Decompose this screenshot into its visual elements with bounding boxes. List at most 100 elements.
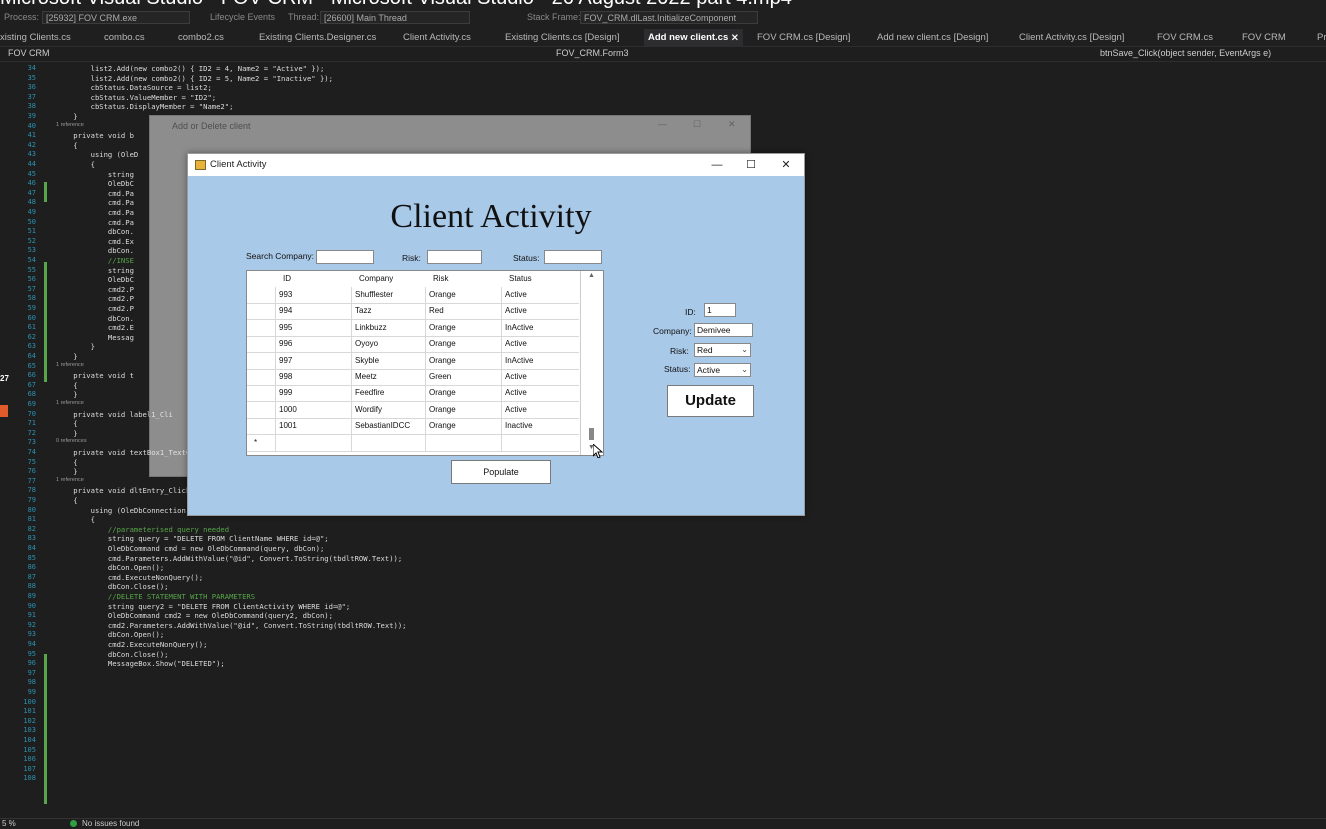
code-line[interactable]: cmd2.P: [56, 285, 134, 294]
code-line[interactable]: 1 reference: [56, 477, 84, 483]
code-line[interactable]: cmd2.Parameters.AddWithValue("@id", Conv…: [56, 621, 407, 630]
minimize-icon[interactable]: —: [708, 157, 726, 173]
table-row[interactable]: 994 Tazz Red Active: [247, 303, 579, 321]
tab-existing-clients[interactable]: xisting Clients.cs: [0, 29, 71, 46]
risk-search-input[interactable]: [427, 250, 482, 264]
table-cell[interactable]: Orange: [425, 352, 501, 369]
table-cell[interactable]: Inactive: [501, 418, 577, 435]
tab-overflow[interactable]: Pr: [1317, 29, 1326, 46]
tab-add-new-client[interactable]: Add new client.cs ⨯: [644, 29, 743, 46]
table-cell[interactable]: Shufflester: [351, 287, 425, 303]
code-line[interactable]: dbCon.Open();: [56, 563, 164, 572]
table-cell[interactable]: InActive: [501, 319, 577, 336]
code-line[interactable]: //parameterised query needed: [56, 525, 229, 534]
code-line[interactable]: cbStatus.DataSource = list2;: [56, 83, 212, 92]
table-row[interactable]: 993 Shufflester Orange Active: [247, 287, 579, 304]
code-line[interactable]: }: [56, 352, 77, 361]
tab-fov-crm[interactable]: FOV CRM: [1242, 29, 1286, 46]
code-line[interactable]: dbCon.Close();: [56, 650, 169, 659]
scroll-thumb[interactable]: [589, 428, 594, 440]
table-cell[interactable]: Active: [501, 336, 577, 353]
table-cell[interactable]: Tazz: [351, 303, 425, 320]
column-header[interactable]: Risk: [433, 271, 449, 287]
lifecycle-label[interactable]: Lifecycle Events: [210, 12, 275, 22]
table-cell[interactable]: Active: [501, 303, 577, 320]
table-row[interactable]: 1000 Wordify Orange Active: [247, 401, 579, 419]
table-row[interactable]: 1001 SebastianIDCC Orange Inactive: [247, 418, 579, 436]
risk-combo[interactable]: Red ⌄: [694, 343, 751, 357]
code-line[interactable]: }: [56, 467, 77, 476]
bg-minimize-icon[interactable]: —: [658, 119, 667, 129]
issues-status[interactable]: No issues found: [82, 819, 139, 828]
table-cell[interactable]: [425, 434, 501, 451]
table-cell[interactable]: Linkbuzz: [351, 319, 425, 336]
table-cell[interactable]: 997: [275, 352, 351, 369]
client-data-grid[interactable]: ▲ ▼ ID Company Risk Status 993 Shufflester Ora…: [246, 270, 604, 456]
table-row[interactable]: 995 Linkbuzz Orange InActive: [247, 319, 579, 337]
code-line[interactable]: }: [56, 112, 77, 121]
table-cell[interactable]: Orange: [425, 401, 501, 418]
table-row[interactable]: 997 Skyble Orange InActive: [247, 352, 579, 370]
table-cell[interactable]: Red: [425, 303, 501, 320]
code-line[interactable]: cbStatus.ValueMember = "ID2";: [56, 93, 217, 102]
close-icon[interactable]: ✕: [777, 157, 795, 173]
code-line[interactable]: string: [56, 170, 134, 179]
code-line[interactable]: }: [56, 342, 95, 351]
table-cell[interactable]: SebastianIDCC: [351, 418, 425, 435]
table-cell[interactable]: 996: [275, 336, 351, 353]
code-line[interactable]: string: [56, 266, 134, 275]
code-line[interactable]: {: [56, 160, 95, 169]
process-select[interactable]: [25932] FOV CRM.exe: [42, 11, 190, 24]
company-input[interactable]: Demivee: [694, 323, 753, 337]
tab-client-activity-design[interactable]: Client Activity.cs [Design]: [1019, 29, 1124, 46]
table-cell[interactable]: Orange: [425, 336, 501, 353]
code-line[interactable]: {: [56, 515, 95, 524]
code-line[interactable]: 1 reference: [56, 362, 84, 368]
grid-scrollbar[interactable]: ▲ ▼: [580, 271, 603, 455]
nav-member[interactable]: btnSave_Click(object sender, EventArgs e…: [1100, 48, 1271, 58]
table-cell[interactable]: [275, 434, 351, 451]
code-line[interactable]: cmd.Pa: [56, 189, 134, 198]
populate-button[interactable]: Populate: [451, 460, 551, 484]
code-line[interactable]: //DELETE STATEMENT WITH PARAMETERS: [56, 592, 255, 601]
code-line[interactable]: cmd.Parameters.AddWithValue("@id", Conve…: [56, 554, 402, 563]
code-line[interactable]: using (OleD: [56, 150, 139, 159]
column-header[interactable]: Company: [359, 271, 393, 287]
tab-fov-crm-design[interactable]: FOV CRM.cs [Design]: [757, 29, 850, 46]
code-line[interactable]: cmd.ExecuteNonQuery();: [56, 573, 203, 582]
code-line[interactable]: string query2 = "DELETE FROM ClientActiv…: [56, 602, 350, 611]
tab-combo[interactable]: combo.cs: [104, 29, 145, 46]
code-line[interactable]: }: [56, 429, 77, 438]
code-line[interactable]: cmd2.P: [56, 294, 134, 303]
column-header[interactable]: ID: [283, 271, 291, 287]
code-line[interactable]: private void t: [56, 371, 134, 380]
table-row[interactable]: 999 Feedfire Orange Active: [247, 385, 579, 403]
code-line[interactable]: cmd.Pa: [56, 218, 134, 227]
code-line[interactable]: dbCon.Open();: [56, 630, 164, 639]
tab-existing-clients-designer[interactable]: Existing Clients.Designer.cs: [259, 29, 376, 46]
client-activity-titlebar[interactable]: Client Activity — ☐ ✕: [188, 154, 804, 176]
code-line[interactable]: {: [56, 381, 77, 390]
code-line[interactable]: cmd2.ExecuteNonQuery();: [56, 640, 208, 649]
search-company-input[interactable]: [316, 250, 374, 264]
table-cell[interactable]: Oyoyo: [351, 336, 425, 353]
tab-existing-clients-design[interactable]: Existing Clients.cs [Design]: [505, 29, 620, 46]
code-line[interactable]: {: [56, 419, 77, 428]
zoom-level[interactable]: 5 %: [2, 819, 16, 828]
code-line[interactable]: 1 reference: [56, 400, 84, 406]
code-line[interactable]: OleDbCommand cmd2 = new OleDbCommand(que…: [56, 611, 333, 620]
tab-fov-crm-cs[interactable]: FOV CRM.cs: [1157, 29, 1213, 46]
bg-close-icon[interactable]: ✕: [728, 119, 736, 130]
update-button[interactable]: Update: [667, 385, 754, 417]
code-line[interactable]: Messag: [56, 333, 134, 342]
code-line[interactable]: OleDbCommand cmd = new OleDbCommand(quer…: [56, 544, 324, 553]
tab-combo2[interactable]: combo2.cs: [178, 29, 224, 46]
thread-select[interactable]: [26600] Main Thread: [320, 11, 470, 24]
tab-close-icon[interactable]: ⨯: [731, 32, 739, 43]
code-line[interactable]: dbCon.Close();: [56, 582, 169, 591]
code-line[interactable]: OleDbC: [56, 179, 134, 188]
table-cell[interactable]: Active: [501, 401, 577, 418]
code-line[interactable]: cmd.Ex: [56, 237, 134, 246]
table-cell[interactable]: 1000: [275, 401, 351, 418]
code-line[interactable]: 1 reference: [56, 122, 84, 128]
